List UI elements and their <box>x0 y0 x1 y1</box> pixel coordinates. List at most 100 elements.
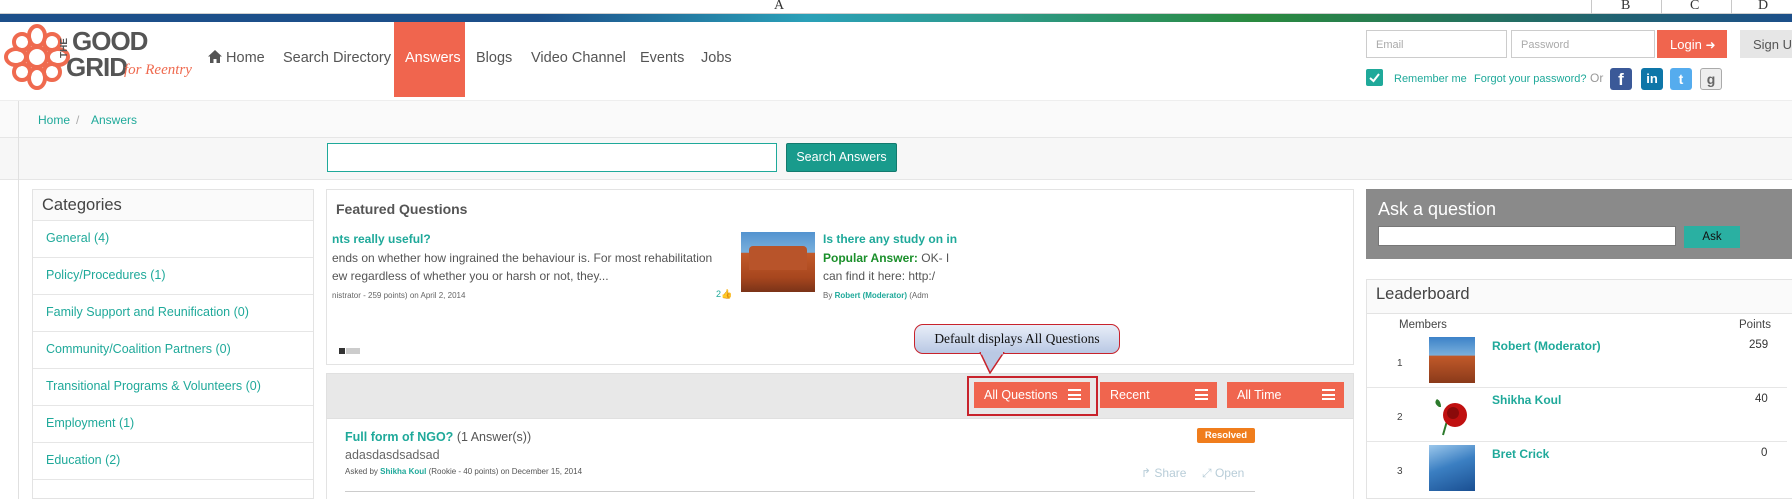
featured-questions-panel: Featured Questions nts really useful? en… <box>326 189 1354 365</box>
like-count[interactable]: 2👍 <box>716 289 732 300</box>
login-label: Login <box>1670 37 1702 52</box>
ask-title: Ask a question <box>1378 199 1497 219</box>
ask-input[interactable] <box>1378 226 1676 246</box>
carousel-indicator-active[interactable] <box>339 348 345 354</box>
linkedin-icon[interactable]: in <box>1641 68 1663 90</box>
rose-image <box>1435 399 1467 436</box>
menu-icon <box>1195 389 1208 400</box>
ask-button[interactable]: Ask <box>1684 226 1740 248</box>
share-label: Share <box>1154 466 1187 480</box>
login-button[interactable]: Login ➜ <box>1657 30 1727 58</box>
nav-answers-label: Answers <box>405 50 461 66</box>
category-item[interactable]: Family Support and Reunification (0) <box>33 294 313 331</box>
author-rank: (Rookie - 40 points) <box>428 467 499 476</box>
nav-home-label: Home <box>226 50 265 66</box>
avatar[interactable] <box>1429 445 1475 491</box>
breadcrumb-home[interactable]: Home <box>38 113 70 127</box>
open-label: Open <box>1214 466 1245 480</box>
popular-answer-text: OK- I <box>917 251 950 265</box>
points-header: Points <box>1739 319 1771 331</box>
breadcrumb-separator: / <box>76 113 80 127</box>
annotation-callout: Default displays All Questions <box>914 324 1120 354</box>
featured-card-meta: By Robert (Moderator) (Adm <box>823 291 928 300</box>
column-a-label: A <box>774 0 785 13</box>
all-questions-filter[interactable]: All Questions <box>974 382 1090 408</box>
by-label: By <box>823 291 835 300</box>
category-item <box>33 479 313 498</box>
member-name-link[interactable]: Shikha Koul <box>1492 393 1561 407</box>
question-meta: Asked by Shikha Koul (Rookie - 40 points… <box>345 467 582 476</box>
member-points: 259 <box>1749 339 1769 351</box>
google-icon[interactable]: g <box>1700 68 1722 90</box>
column-c-label: C <box>1690 0 1700 13</box>
nav-answers[interactable]: Answers <box>394 22 465 97</box>
member-points: 0 <box>1761 447 1768 459</box>
question-title-link[interactable]: Full form of NGO? <box>345 430 453 444</box>
signup-button[interactable]: Sign Up <box>1740 30 1792 58</box>
nav-events[interactable]: Events <box>640 50 684 66</box>
question-date: on December 15, 2014 <box>498 467 583 476</box>
divider <box>18 138 19 180</box>
remember-me-label[interactable]: Remember me <box>1394 73 1467 85</box>
password-field[interactable]: Password <box>1511 30 1655 58</box>
rank-number: 3 <box>1397 466 1403 477</box>
email-field[interactable]: Email <box>1366 30 1507 58</box>
featured-card-excerpt: ends on whether how ingrained the behavi… <box>332 251 713 265</box>
menu-icon <box>1068 389 1081 400</box>
member-points: 40 <box>1755 393 1768 405</box>
leaderboard-panel: Leaderboard Members Points 1 Robert (Mod… <box>1366 279 1792 499</box>
divider <box>18 101 19 139</box>
category-item[interactable]: Employment (1) <box>33 405 313 442</box>
expand-icon: ⤢ <box>1202 466 1212 480</box>
avatar[interactable] <box>1429 391 1475 437</box>
search-answers-button[interactable]: Search Answers <box>786 143 897 172</box>
avatar[interactable] <box>1429 337 1475 383</box>
thumbs-up-icon: 👍 <box>721 289 733 299</box>
featured-card-title[interactable]: Is there any study on in <box>823 232 957 246</box>
featured-card-excerpt: can find it here: http:/ <box>823 269 936 283</box>
featured-carousel: nts really useful? ends on whether how i… <box>332 232 1262 312</box>
members-header: Members <box>1399 319 1447 331</box>
answer-count: (1 Answer(s)) <box>456 430 532 444</box>
share-link[interactable]: ↱ Share <box>1141 466 1186 480</box>
nav-jobs[interactable]: Jobs <box>701 50 732 66</box>
check-icon <box>1369 73 1380 83</box>
category-item[interactable]: Transitional Programs & Volunteers (0) <box>33 368 313 405</box>
filter-label: Recent <box>1110 388 1150 402</box>
question-body: adasdasdsadsad <box>345 448 440 462</box>
member-name-link[interactable]: Bret Crick <box>1492 447 1549 461</box>
nav-blogs[interactable]: Blogs <box>476 50 512 66</box>
all-time-filter[interactable]: All Time <box>1227 382 1344 408</box>
popular-answer-label: Popular Answer: <box>823 251 918 265</box>
search-input[interactable] <box>327 143 777 172</box>
logo-tagline: for Reentry <box>124 62 192 78</box>
category-item[interactable]: Education (2) <box>33 442 313 479</box>
nav-home[interactable]: Home <box>208 50 265 66</box>
recent-filter[interactable]: Recent <box>1100 382 1217 408</box>
open-link[interactable]: ⤢ Open <box>1202 466 1244 481</box>
nav-video-channel[interactable]: Video Channel <box>531 50 626 66</box>
categories-title: Categories <box>42 196 122 214</box>
twitter-icon[interactable]: t <box>1670 68 1692 90</box>
breadcrumb-answers[interactable]: Answers <box>91 113 137 127</box>
category-item[interactable]: General (4) <box>33 220 313 257</box>
author-link[interactable]: Shikha Koul <box>380 467 426 476</box>
category-item[interactable]: Policy/Procedures (1) <box>33 257 313 294</box>
divider <box>18 180 19 499</box>
featured-card-title[interactable]: nts really useful? <box>332 232 431 246</box>
remember-checkbox[interactable] <box>1366 69 1383 86</box>
nav-search-directory[interactable]: Search Directory <box>283 50 391 66</box>
asked-by-label: Asked by <box>345 467 381 476</box>
author-link[interactable]: Robert (Moderator) <box>835 291 907 300</box>
site-logo[interactable]: THE GOOD GRID for Reentry <box>4 24 194 92</box>
category-item[interactable]: Community/Coalition Partners (0) <box>33 331 313 368</box>
member-name-link[interactable]: Robert (Moderator) <box>1492 339 1601 353</box>
forgot-password-link[interactable]: Forgot your password? <box>1474 73 1587 85</box>
status-badge: Resolved <box>1197 428 1255 443</box>
spreadsheet-column-header: A B C D <box>0 0 1792 14</box>
carousel-indicator[interactable] <box>346 348 360 354</box>
home-icon <box>208 50 222 63</box>
facebook-icon[interactable]: f <box>1610 68 1632 90</box>
filter-label: All Questions <box>984 388 1058 402</box>
question-list: Full form of NGO? (1 Answer(s)) adasdasd… <box>326 419 1354 499</box>
